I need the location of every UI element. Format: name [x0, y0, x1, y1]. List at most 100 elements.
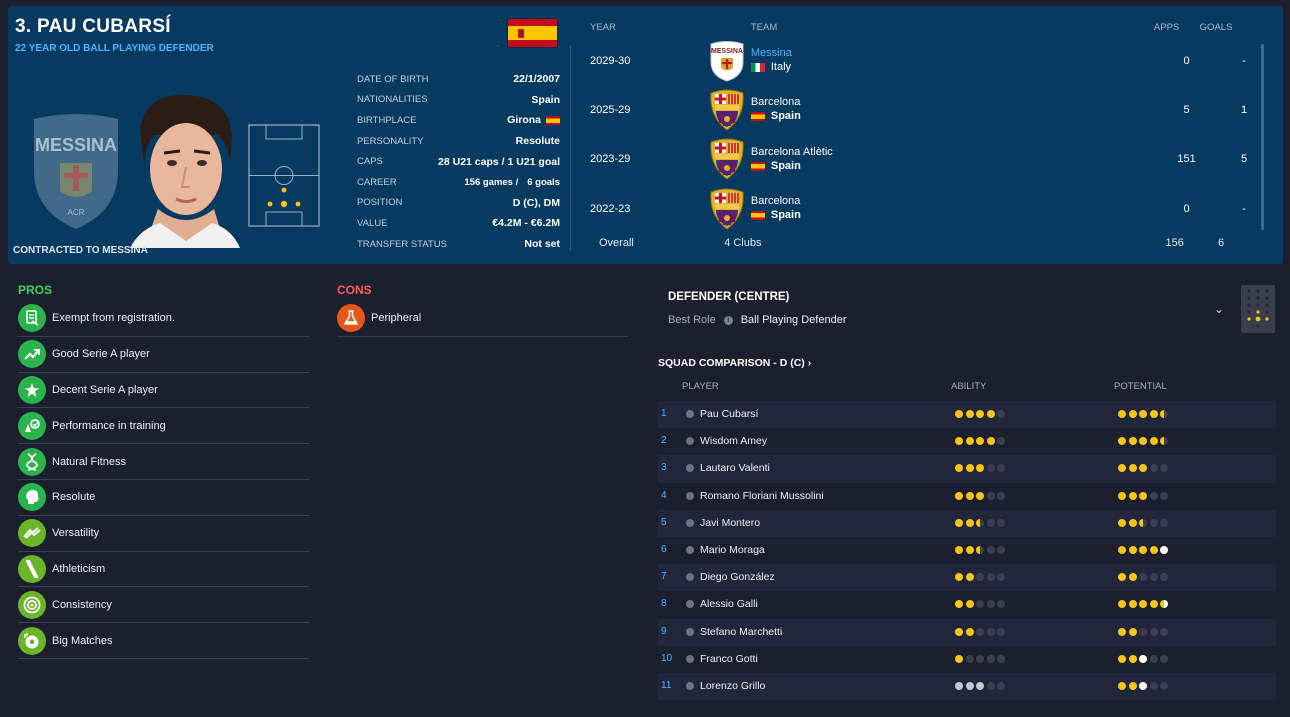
star-dot — [1128, 437, 1137, 446]
spain-flag-icon — [546, 115, 560, 125]
table-row[interactable]: 5 Javi Montero — [658, 509, 1276, 537]
career-row[interactable]: 2023-29 Barcelona Atlètic Spain 151 5 — [578, 135, 1268, 184]
table-row[interactable]: 3 Lautaro Valenti — [658, 455, 1276, 483]
table-row[interactable]: 7 Diego González — [658, 564, 1276, 592]
document-icon — [18, 304, 46, 333]
star-dot — [997, 518, 1006, 527]
pro-item[interactable]: Consistency — [18, 587, 309, 624]
career-scrollbar[interactable] — [1261, 44, 1264, 230]
table-row[interactable]: 4 Romano Floriani Mussolini — [658, 483, 1276, 510]
column-potential[interactable]: POTENTIAL — [1114, 381, 1167, 392]
player-cell[interactable]: Franco Gotti — [686, 653, 758, 665]
star-dot — [965, 545, 974, 554]
table-row[interactable]: 11 Lorenzo Grillo — [658, 672, 1276, 701]
info-label: TRANSFER STATUS — [357, 238, 447, 250]
team-link[interactable]: Barcelona — [751, 194, 1153, 208]
column-year[interactable]: YEAR — [578, 22, 703, 33]
ability-stars — [955, 654, 1006, 663]
pro-item[interactable]: Athleticism — [18, 552, 309, 588]
team-link[interactable]: Barcelona Atlètic — [751, 145, 1153, 159]
pro-item[interactable]: Versatility — [18, 516, 309, 552]
player-cell[interactable]: Wisdom Amey — [686, 435, 767, 447]
chevron-down-icon[interactable]: ⌄ — [1214, 302, 1224, 316]
star-icon — [18, 375, 46, 404]
star-dot — [986, 627, 995, 636]
player-cell[interactable]: Alessio Galli — [686, 598, 758, 610]
info-row-birthplace: BIRTHPLACE Girona — [357, 110, 560, 131]
team-nation[interactable]: Spain — [750, 208, 1153, 223]
team-link[interactable]: Barcelona — [751, 95, 1153, 109]
star-dot — [1139, 627, 1148, 636]
star-dot — [997, 545, 1006, 554]
pro-label: Good Serie A player — [52, 348, 150, 361]
player-cell[interactable]: Diego González — [686, 571, 775, 583]
team-nation[interactable]: Italy — [750, 60, 1153, 75]
player-cell[interactable]: Mario Moraga — [686, 544, 765, 556]
squad-comparison-title[interactable]: SQUAD COMPARISON - D (C) › — [658, 357, 811, 369]
career-row[interactable]: 2022-23 Barcelona Spain 0 - — [578, 184, 1268, 233]
star-dot — [955, 518, 963, 527]
pro-item[interactable]: Good Serie A player — [18, 337, 309, 373]
player-cell[interactable]: Javi Montero — [686, 517, 760, 529]
player-cell[interactable]: Romano Floriani Mussolini — [686, 490, 824, 502]
star-dot — [986, 545, 995, 554]
info-value[interactable]: Spain — [531, 94, 560, 106]
table-row[interactable]: 8 Alessio Galli — [658, 591, 1276, 618]
overall-clubs: 4 Clubs — [724, 237, 762, 250]
table-row[interactable]: 2 Wisdom Amey — [658, 428, 1276, 455]
star-dot — [1160, 627, 1169, 636]
spain-flag-icon[interactable] — [507, 18, 558, 48]
potential-stars — [1118, 627, 1169, 636]
info-value[interactable]: Not set — [524, 238, 560, 250]
career-row[interactable]: 2029-30 MESSINA Messina Italy 0 - — [578, 36, 1268, 85]
column-ability[interactable]: ABILITY — [951, 381, 986, 392]
star-dot — [1128, 627, 1137, 636]
ability-stars — [955, 573, 1006, 582]
star-dot — [1139, 600, 1148, 609]
position-selector-pitch[interactable] — [1241, 285, 1275, 333]
player-name[interactable]: 3. PAU CUBARSÍ — [15, 16, 171, 38]
info-label: NATIONALITIES — [357, 94, 428, 106]
pro-item[interactable]: Performance in training — [18, 408, 309, 445]
player-cell[interactable]: Lorenzo Grillo — [686, 680, 765, 692]
table-row[interactable]: 1 Pau Cubarsí — [658, 401, 1276, 429]
info-icon[interactable]: i — [723, 315, 733, 325]
column-team[interactable]: TEAM — [701, 22, 1153, 33]
star-dot — [1128, 573, 1137, 582]
star-dot — [1160, 410, 1169, 418]
team-link[interactable]: Messina — [751, 46, 1153, 60]
pro-item[interactable]: Exempt from registration. — [18, 301, 309, 337]
pro-item[interactable]: Natural Fitness — [18, 444, 309, 480]
potential-stars — [1118, 681, 1169, 690]
column-goals[interactable]: GOALS — [1192, 22, 1240, 33]
career-year: 2025-29 — [590, 103, 631, 116]
ability-stars — [955, 410, 1006, 418]
best-role-value[interactable]: Ball Playing Defender — [741, 314, 847, 326]
star-dot — [955, 573, 963, 582]
info-value-birthplace[interactable]: Girona — [507, 114, 560, 126]
ability-stars — [955, 518, 1006, 527]
table-row[interactable]: 6 Mario Moraga — [658, 537, 1276, 564]
player-cell[interactable]: Pau Cubarsí — [686, 408, 758, 420]
player-cell[interactable]: Stefano Marchetti — [686, 626, 782, 638]
squad-comparison-table: 1 Pau Cubarsí 2 Wisdom Amey 3 Lautaro Valenti… — [658, 401, 1276, 701]
table-row[interactable]: 10 Franco Gotti — [658, 646, 1276, 673]
flask-icon — [337, 304, 365, 333]
pro-item[interactable]: Big Matches — [18, 623, 309, 659]
player-cell[interactable]: Lautaro Valenti — [686, 462, 770, 474]
star-dot — [986, 573, 995, 582]
team-nation[interactable]: Spain — [750, 159, 1153, 174]
pro-item[interactable]: Resolute — [18, 480, 309, 516]
star-dot — [976, 654, 985, 663]
column-player[interactable]: PLAYER — [682, 381, 719, 392]
star-dot — [965, 491, 974, 500]
contract-club[interactable]: CONTRACTED TO MESSINA — [13, 245, 148, 256]
row-number: 10 — [661, 652, 673, 664]
column-apps[interactable]: APPS — [1133, 22, 1200, 33]
pro-item[interactable]: Decent Serie A player — [18, 373, 309, 409]
career-row[interactable]: 2025-29 Barcelona Spain 5 1 — [578, 85, 1268, 134]
con-item[interactable]: Peripheral — [337, 301, 628, 337]
team-nation[interactable]: Spain — [750, 109, 1153, 124]
table-row[interactable]: 9 Stefano Marchetti — [658, 618, 1276, 646]
star-dot — [1149, 545, 1158, 554]
